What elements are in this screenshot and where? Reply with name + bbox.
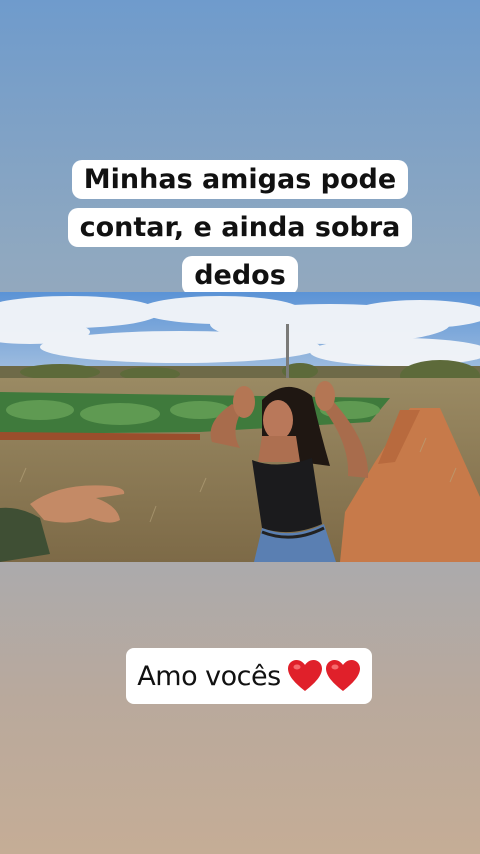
photo — [0, 292, 480, 562]
top-caption: Minhas amigas pode contar, e ainda sobra… — [60, 156, 420, 300]
red-heart-icon — [325, 660, 360, 691]
red-heart-icon — [287, 660, 322, 691]
hearts-group — [287, 659, 361, 693]
top-caption-text: Minhas amigas pode contar, e ainda sobra… — [67, 160, 413, 295]
bottom-caption: Amo vocês — [126, 648, 372, 704]
bottom-caption-text: Amo vocês — [137, 660, 281, 692]
